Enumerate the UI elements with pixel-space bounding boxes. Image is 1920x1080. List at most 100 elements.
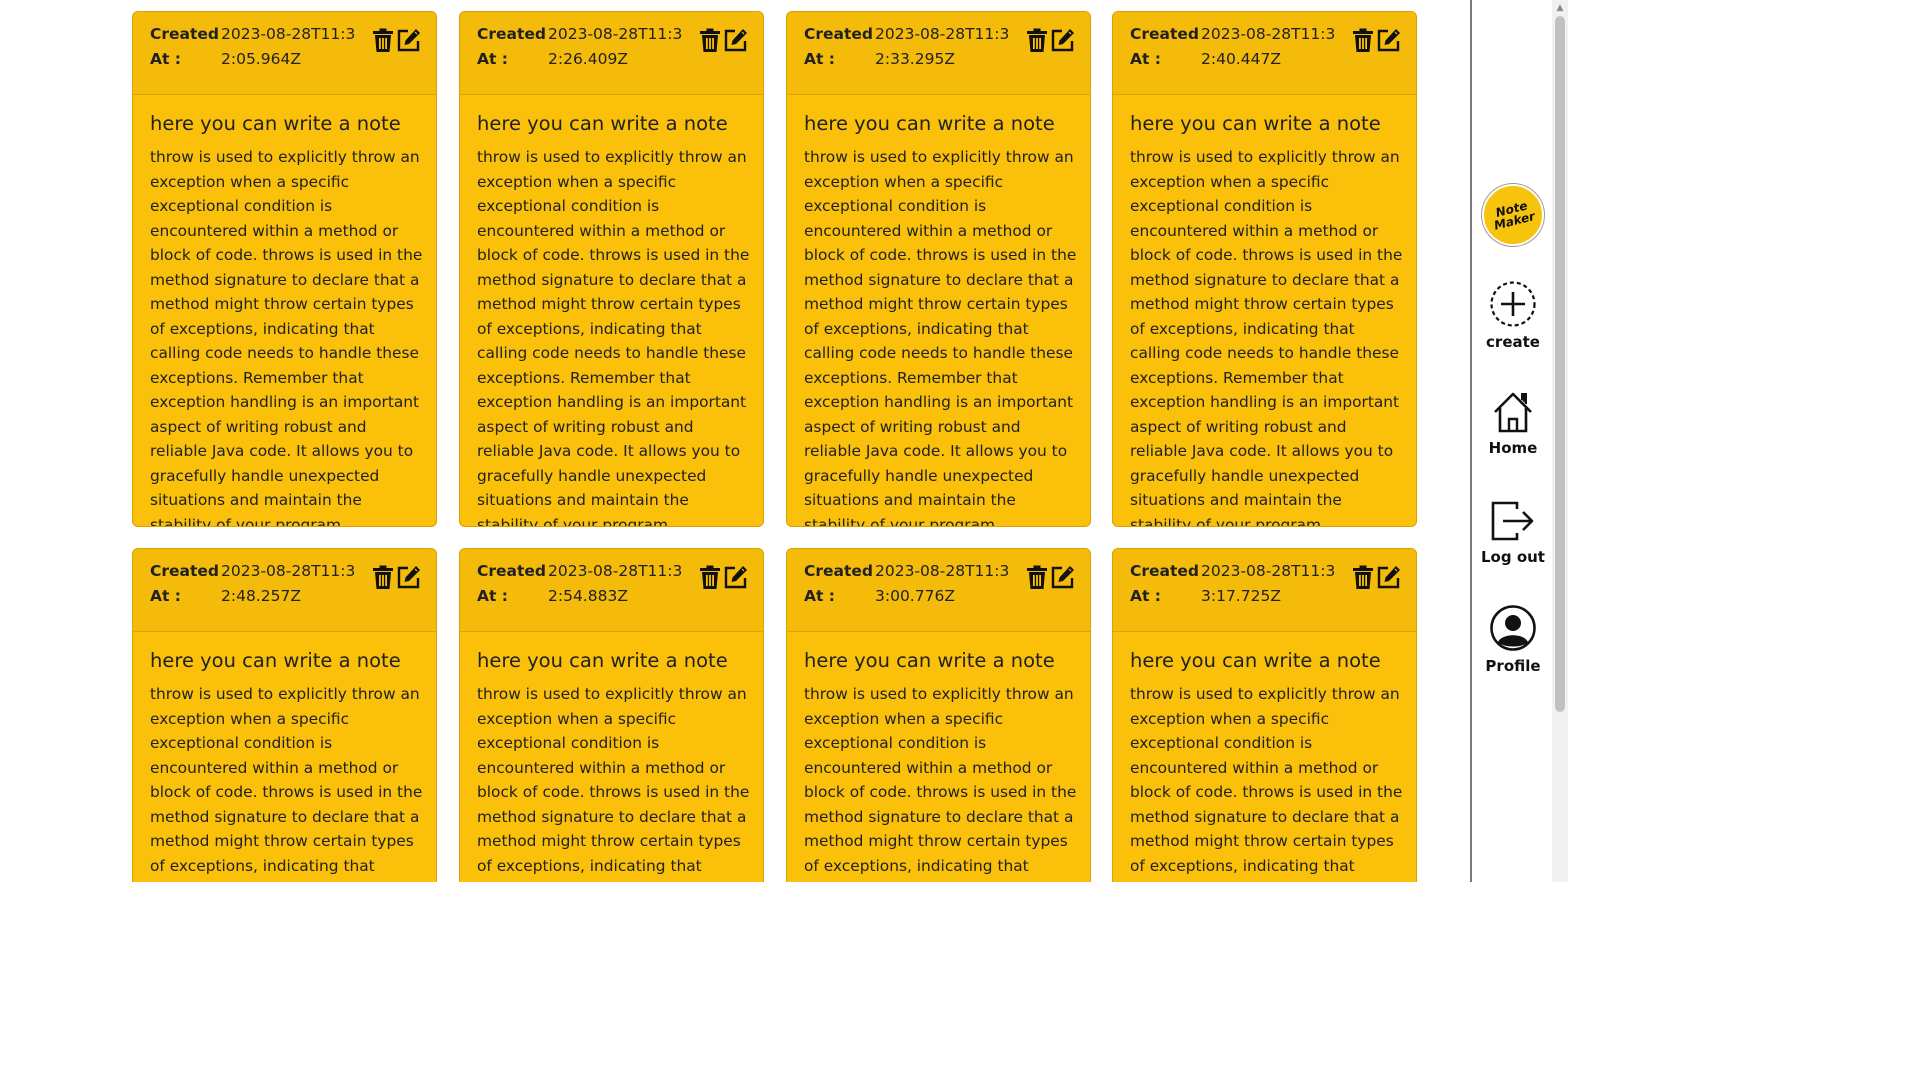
edit-icon — [1377, 29, 1400, 52]
note-text: throw is used to explicitly throw an exc… — [804, 685, 1077, 882]
note-card-body: here you can write a note throw is used … — [477, 110, 753, 527]
delete-note-button[interactable] — [370, 27, 396, 53]
home-label: Home — [1488, 439, 1538, 457]
note-title: here you can write a note — [804, 112, 1055, 135]
delete-note-button[interactable] — [370, 564, 396, 590]
edit-note-button[interactable] — [1050, 564, 1076, 590]
note-card-header: Created At : 2023-08-28T11:33:17.725Z — [1113, 549, 1416, 632]
note-card: Created At : 2023-08-28T11:32:54.883Z he… — [459, 548, 764, 882]
note-text: throw is used to explicitly throw an exc… — [150, 685, 423, 882]
note-text: throw is used to explicitly throw an exc… — [477, 148, 750, 527]
note-card: Created At : 2023-08-28T11:33:17.725Z he… — [1112, 548, 1417, 882]
logout-label: Log out — [1481, 548, 1545, 566]
create-label: create — [1486, 333, 1540, 351]
trash-icon — [1027, 28, 1047, 52]
created-at-label: Created At : — [804, 562, 874, 605]
created-at-value: 2023-08-28T11:33:17.725Z — [1201, 562, 1336, 605]
note-card-header: Created At : 2023-08-28T11:32:40.447Z — [1113, 12, 1416, 95]
edit-note-button[interactable] — [1376, 564, 1402, 590]
note-card: Created At : 2023-08-28T11:33:00.776Z he… — [786, 548, 1091, 882]
note-title: here you can write a note — [477, 649, 728, 672]
trash-icon — [373, 565, 393, 589]
note-card-header: Created At : 2023-08-28T11:32:54.883Z — [460, 549, 763, 632]
notes-grid: Created At : 2023-08-28T11:32:05.964Z he… — [0, 0, 1470, 882]
created-at-label: Created At : — [804, 25, 874, 68]
edit-icon — [1377, 566, 1400, 589]
home-button[interactable]: Home — [1472, 390, 1554, 457]
logout-icon — [1491, 501, 1534, 541]
edit-icon — [1051, 29, 1074, 52]
note-card-header: Created At : 2023-08-28T11:33:00.776Z — [787, 549, 1090, 632]
note-title: here you can write a note — [804, 649, 1055, 672]
note-card-body: here you can write a note throw is used … — [1130, 110, 1406, 527]
note-card: Created At : 2023-08-28T11:32:48.257Z he… — [132, 548, 437, 882]
created-at-value: 2023-08-28T11:32:48.257Z — [221, 562, 356, 605]
created-at-value: 2023-08-28T11:32:40.447Z — [1201, 25, 1336, 68]
edit-note-button[interactable] — [396, 27, 422, 53]
note-card-body: here you can write a note throw is used … — [150, 647, 426, 882]
created-at-label: Created At : — [1130, 25, 1200, 68]
trash-icon — [700, 28, 720, 52]
delete-note-button[interactable] — [1024, 564, 1050, 590]
delete-note-button[interactable] — [697, 27, 723, 53]
note-card: Created At : 2023-08-28T11:32:40.447Z he… — [1112, 11, 1417, 527]
edit-note-button[interactable] — [1050, 27, 1076, 53]
note-maker-logo[interactable]: Note Maker — [1482, 184, 1544, 246]
note-title: here you can write a note — [150, 112, 401, 135]
profile-label: Profile — [1485, 657, 1541, 675]
created-at-label: Created At : — [1130, 562, 1200, 605]
trash-icon — [700, 565, 720, 589]
created-at-label: Created At : — [150, 562, 220, 605]
note-card-body: here you can write a note throw is used … — [477, 647, 753, 882]
logout-button[interactable]: Log out — [1472, 499, 1554, 566]
note-title: here you can write a note — [477, 112, 728, 135]
edit-note-button[interactable] — [723, 27, 749, 53]
note-card-header: Created At : 2023-08-28T11:32:33.295Z — [787, 12, 1090, 95]
note-card-body: here you can write a note throw is used … — [1130, 647, 1406, 882]
note-title: here you can write a note — [150, 649, 401, 672]
note-text: throw is used to explicitly throw an exc… — [1130, 685, 1403, 882]
trash-icon — [1353, 565, 1373, 589]
edit-note-button[interactable] — [396, 564, 422, 590]
note-card-body: here you can write a note throw is used … — [804, 110, 1080, 527]
page-scrollbar[interactable]: ▲ — [1552, 0, 1568, 882]
plus-circle-icon — [1490, 281, 1536, 327]
created-at-value: 2023-08-28T11:32:26.409Z — [548, 25, 683, 68]
create-button[interactable]: create — [1472, 280, 1554, 351]
delete-note-button[interactable] — [1350, 564, 1376, 590]
scrollbar-thumb[interactable] — [1555, 16, 1565, 712]
note-title: here you can write a note — [1130, 649, 1381, 672]
edit-icon — [397, 566, 420, 589]
edit-note-button[interactable] — [723, 564, 749, 590]
note-card: Created At : 2023-08-28T11:32:33.295Z he… — [786, 11, 1091, 527]
edit-icon — [1051, 566, 1074, 589]
note-card-header: Created At : 2023-08-28T11:32:48.257Z — [133, 549, 436, 632]
note-title: here you can write a note — [1130, 112, 1381, 135]
created-at-value: 2023-08-28T11:33:00.776Z — [875, 562, 1010, 605]
note-card-header: Created At : 2023-08-28T11:32:05.964Z — [133, 12, 436, 95]
sidebar: Note Maker create Home Log out Profile — [1470, 0, 1554, 882]
delete-note-button[interactable] — [1024, 27, 1050, 53]
delete-note-button[interactable] — [697, 564, 723, 590]
scroll-up-arrow-icon[interactable]: ▲ — [1552, 0, 1568, 16]
delete-note-button[interactable] — [1350, 27, 1376, 53]
note-card-body: here you can write a note throw is used … — [804, 647, 1080, 882]
note-card-body: here you can write a note throw is used … — [150, 110, 426, 527]
edit-icon — [724, 566, 747, 589]
note-text: throw is used to explicitly throw an exc… — [804, 148, 1077, 527]
note-card: Created At : 2023-08-28T11:32:05.964Z he… — [132, 11, 437, 527]
note-text: throw is used to explicitly throw an exc… — [1130, 148, 1403, 527]
edit-note-button[interactable] — [1376, 27, 1402, 53]
edit-icon — [397, 29, 420, 52]
created-at-value: 2023-08-28T11:32:54.883Z — [548, 562, 683, 605]
created-at-value: 2023-08-28T11:32:33.295Z — [875, 25, 1010, 68]
edit-icon — [724, 29, 747, 52]
note-card-header: Created At : 2023-08-28T11:32:26.409Z — [460, 12, 763, 95]
note-text: throw is used to explicitly throw an exc… — [150, 148, 423, 527]
trash-icon — [1353, 28, 1373, 52]
profile-button[interactable]: Profile — [1472, 604, 1554, 675]
note-card: Created At : 2023-08-28T11:32:26.409Z he… — [459, 11, 764, 527]
note-text: throw is used to explicitly throw an exc… — [477, 685, 750, 882]
profile-icon — [1490, 605, 1536, 651]
created-at-label: Created At : — [477, 562, 547, 605]
